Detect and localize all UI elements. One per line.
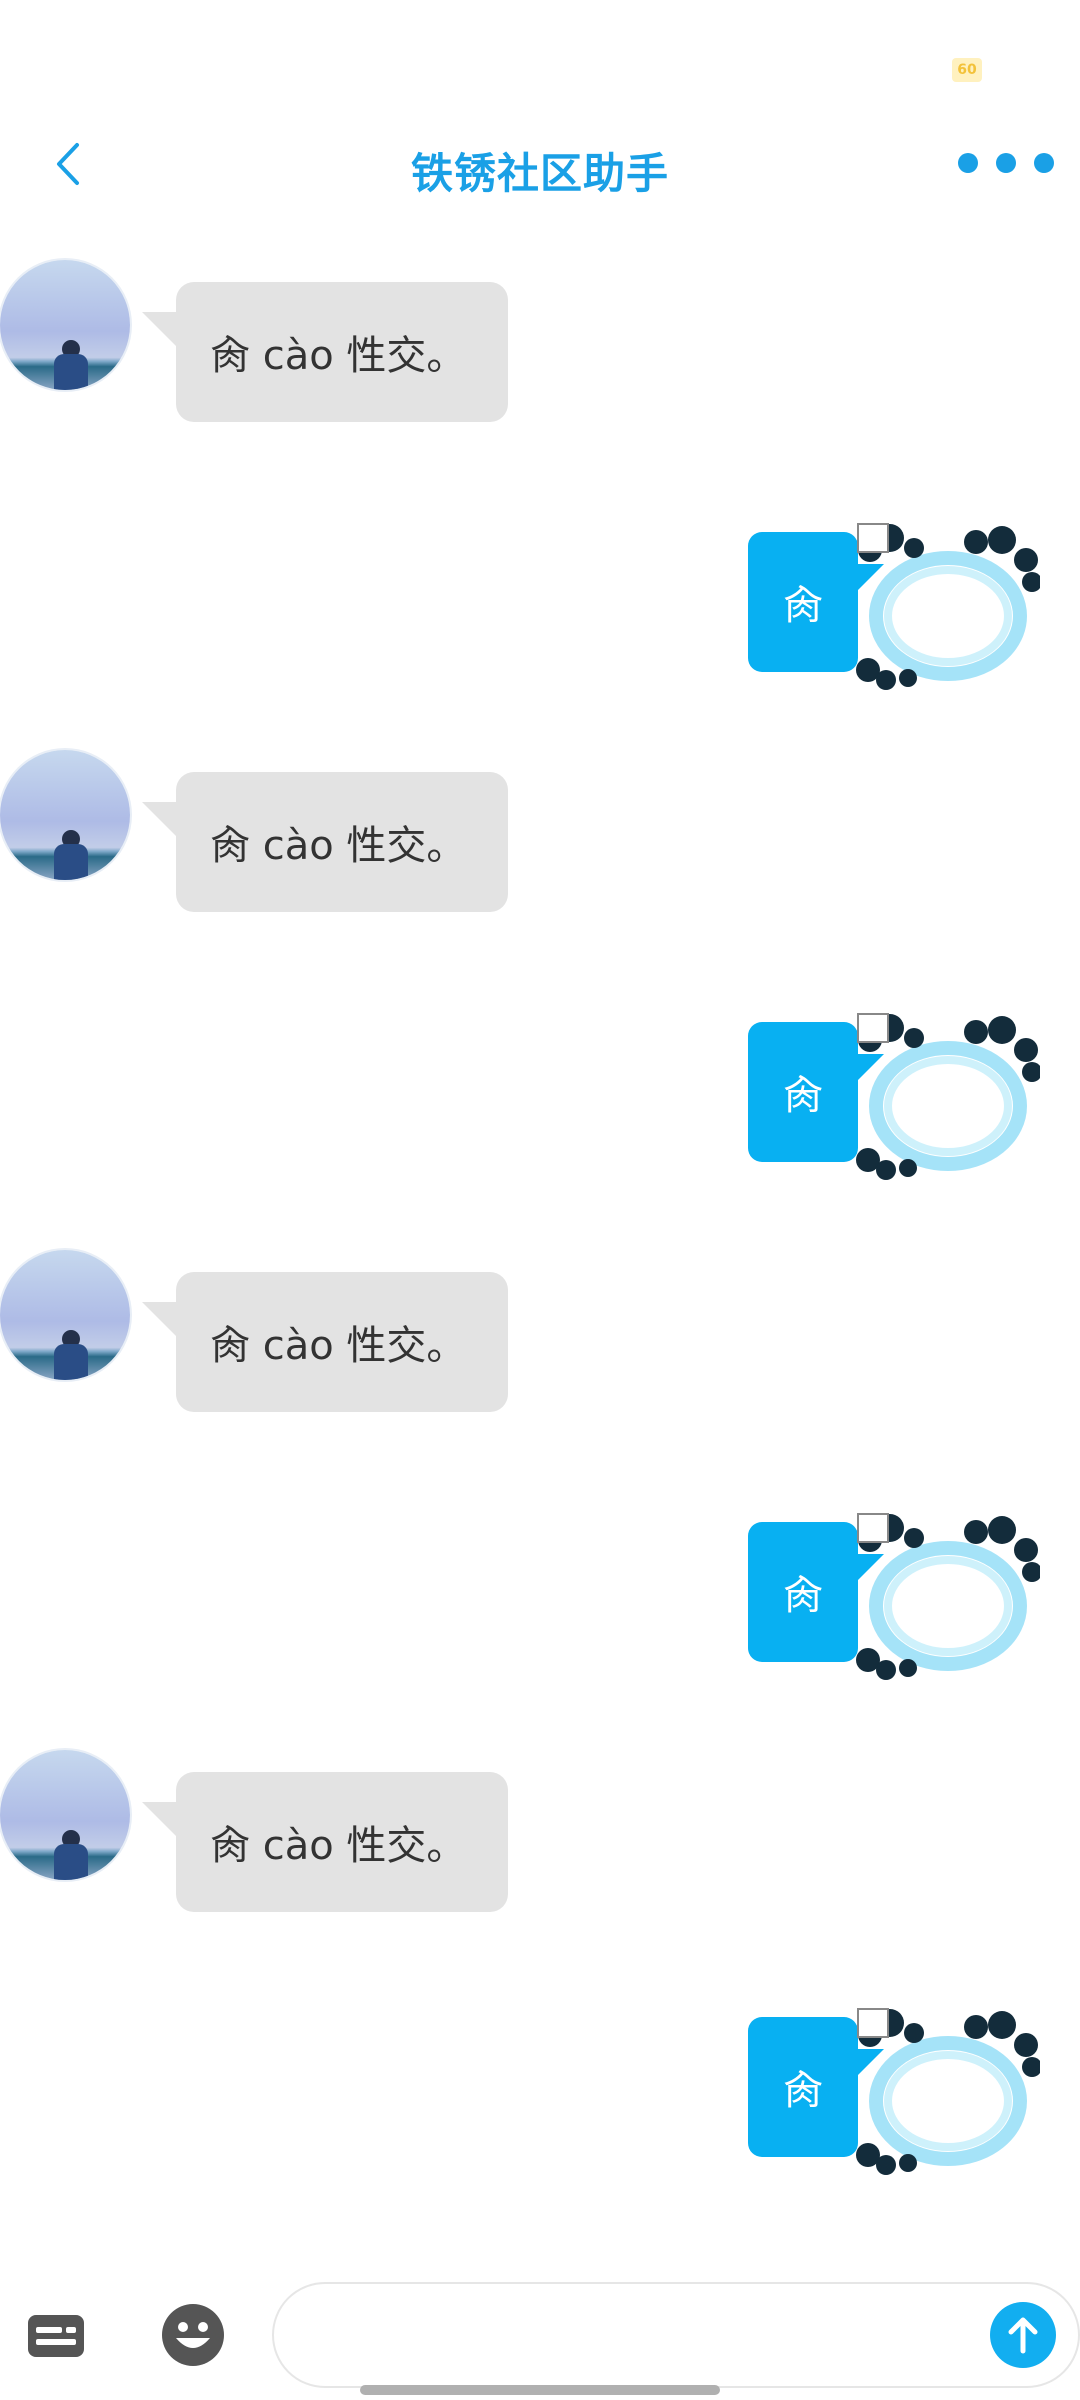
bubble-frame-decoration bbox=[856, 523, 1040, 690]
keyboard-toggle-button[interactable] bbox=[24, 2308, 88, 2364]
avatar-figure bbox=[54, 354, 88, 390]
message-row-incoming: 肏 cào 性交。 bbox=[0, 720, 1080, 940]
outgoing-message-bubble[interactable]: 肏 bbox=[748, 1522, 884, 1662]
send-button[interactable] bbox=[990, 2302, 1056, 2368]
outgoing-message-bubble[interactable]: 肏 bbox=[748, 1022, 884, 1162]
avatar-figure bbox=[54, 1844, 88, 1880]
send-arrow-icon bbox=[1008, 2317, 1038, 2354]
home-indicator[interactable] bbox=[360, 2385, 720, 2395]
chat-message-list[interactable]: 肏 cào 性交。 肏 肏 cào 性交。 肏 肏 cào 性交。 肏 肏 cà… bbox=[0, 230, 1080, 2250]
chat-header: 铁锈社区助手 bbox=[0, 120, 1080, 210]
more-dots-icon bbox=[996, 153, 1016, 173]
message-row-outgoing: 肏 bbox=[0, 1975, 1080, 2195]
message-row-outgoing: 肏 bbox=[0, 980, 1080, 1200]
bubble-frame-decoration bbox=[856, 1013, 1040, 1180]
message-row-incoming: 肏 cào 性交。 bbox=[0, 230, 1080, 450]
keyboard-icon bbox=[28, 2315, 84, 2357]
more-options-button[interactable] bbox=[958, 138, 1054, 188]
more-dots-icon bbox=[958, 153, 978, 173]
status-bar: 60 bbox=[0, 0, 1080, 120]
avatar[interactable] bbox=[0, 1750, 130, 1880]
bubble-frame-decoration bbox=[856, 1513, 1040, 1680]
message-row-outgoing: 肏 bbox=[0, 490, 1080, 710]
battery-indicator: 60 bbox=[952, 58, 982, 82]
avatar[interactable] bbox=[0, 1250, 130, 1380]
avatar[interactable] bbox=[0, 750, 130, 880]
input-bar bbox=[0, 2280, 1080, 2400]
incoming-message-bubble[interactable]: 肏 cào 性交。 bbox=[142, 772, 508, 912]
outgoing-message-bubble[interactable]: 肏 bbox=[748, 2017, 884, 2157]
message-row-incoming: 肏 cào 性交。 bbox=[0, 1220, 1080, 1440]
page-title: 铁锈社区助手 bbox=[410, 149, 669, 198]
emoji-icon bbox=[162, 2304, 224, 2366]
incoming-message-bubble[interactable]: 肏 cào 性交。 bbox=[142, 1272, 508, 1412]
message-row-outgoing: 肏 bbox=[0, 1480, 1080, 1700]
message-row-incoming: 肏 cào 性交。 bbox=[0, 1720, 1080, 1940]
message-input[interactable] bbox=[272, 2282, 1080, 2388]
avatar-figure bbox=[54, 1344, 88, 1380]
incoming-message-bubble[interactable]: 肏 cào 性交。 bbox=[142, 282, 508, 422]
bubble-frame-decoration bbox=[856, 2008, 1040, 2175]
outgoing-message-bubble[interactable]: 肏 bbox=[748, 532, 884, 672]
avatar-figure bbox=[54, 844, 88, 880]
more-dots-icon bbox=[1034, 153, 1054, 173]
incoming-message-bubble[interactable]: 肏 cào 性交。 bbox=[142, 1772, 508, 1912]
avatar[interactable] bbox=[0, 260, 130, 390]
emoji-button[interactable] bbox=[160, 2302, 226, 2368]
